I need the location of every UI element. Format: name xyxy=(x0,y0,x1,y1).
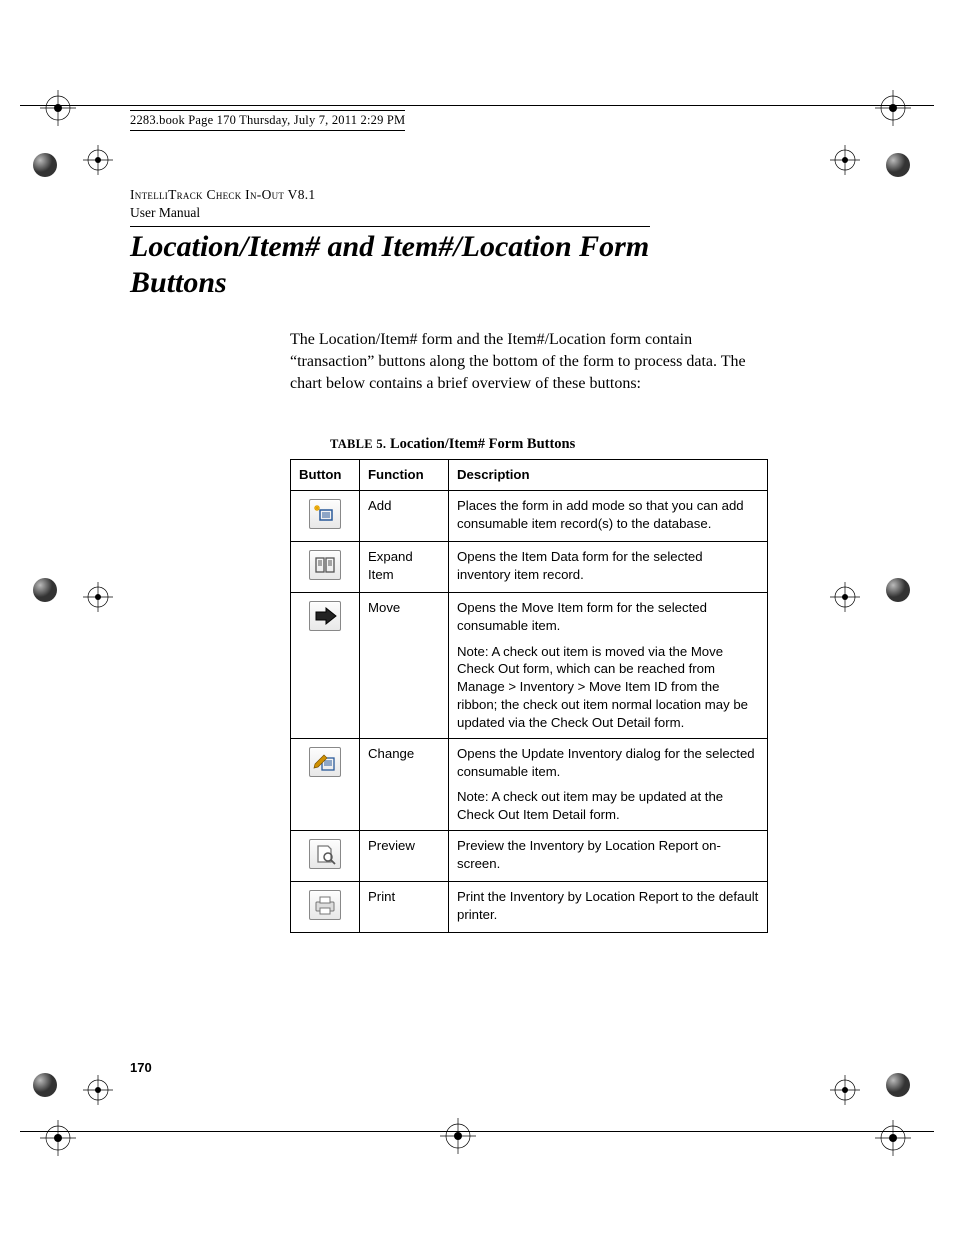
function-cell: Preview xyxy=(360,830,449,881)
page-number: 170 xyxy=(130,1060,152,1075)
description-cell: Opens the Update Inventory dialog for th… xyxy=(449,738,768,830)
registration-mark xyxy=(83,145,113,175)
description-cell: Opens the Move Item form for the selecte… xyxy=(449,593,768,739)
change-icon xyxy=(309,747,341,777)
registration-sphere xyxy=(30,1070,60,1100)
table-row: PrintPrint the Inventory by Location Rep… xyxy=(291,881,768,932)
manual-header: IntelliTrack Check In-Out V8.1 User Manu… xyxy=(130,186,770,222)
section-title: Location/Item# and Item#/Location Form B… xyxy=(130,229,650,301)
add-icon xyxy=(309,499,341,529)
intro-paragraph: The Location/Item# form and the Item#/Lo… xyxy=(290,329,765,394)
form-buttons-table: Button Function Description AddPlaces th… xyxy=(290,459,768,933)
page-content: 2283.book Page 170 Thursday, July 7, 201… xyxy=(130,110,770,933)
registration-mark xyxy=(440,1118,476,1154)
description-text: Opens the Update Inventory dialog for th… xyxy=(457,745,759,781)
description-cell: Print the Inventory by Location Report t… xyxy=(449,881,768,932)
registration-mark xyxy=(40,90,76,126)
registration-sphere xyxy=(883,575,913,605)
description-text: Opens the Move Item form for the selecte… xyxy=(457,599,759,635)
title-rule xyxy=(130,226,650,227)
description-text: Preview the Inventory by Location Report… xyxy=(457,837,759,873)
crop-line-top xyxy=(20,105,934,106)
description-text: Note: A check out item is moved via the … xyxy=(457,643,759,732)
print-icon xyxy=(309,890,341,920)
description-cell: Opens the Item Data form for the selecte… xyxy=(449,542,768,593)
col-description: Description xyxy=(449,460,768,491)
product-name: IntelliTrack Check In-Out V8.1 xyxy=(130,186,770,204)
doc-type: User Manual xyxy=(130,204,770,222)
preview-icon xyxy=(309,839,341,869)
registration-mark xyxy=(875,90,911,126)
function-cell: Change xyxy=(360,738,449,830)
button-cell xyxy=(291,491,360,542)
description-cell: Places the form in add mode so that you … xyxy=(449,491,768,542)
table-caption-title: Location/Item# Form Buttons xyxy=(386,436,575,452)
table-caption-label: TABLE 5. xyxy=(330,437,386,451)
table-row: MoveOpens the Move Item form for the sel… xyxy=(291,593,768,739)
crop-line-bottom xyxy=(20,1131,934,1132)
function-cell: Expand Item xyxy=(360,542,449,593)
book-header: 2283.book Page 170 Thursday, July 7, 201… xyxy=(130,110,405,131)
registration-mark xyxy=(830,145,860,175)
registration-sphere xyxy=(30,150,60,180)
col-button: Button xyxy=(291,460,360,491)
registration-mark xyxy=(83,582,113,612)
button-cell xyxy=(291,738,360,830)
description-text: Print the Inventory by Location Report t… xyxy=(457,888,759,924)
table-header-row: Button Function Description xyxy=(291,460,768,491)
table-row: ChangeOpens the Update Inventory dialog … xyxy=(291,738,768,830)
table-row: PreviewPreview the Inventory by Location… xyxy=(291,830,768,881)
table-row: Expand ItemOpens the Item Data form for … xyxy=(291,542,768,593)
registration-mark xyxy=(40,1120,76,1156)
table-caption: TABLE 5. Location/Item# Form Buttons xyxy=(330,436,770,453)
registration-mark xyxy=(830,582,860,612)
registration-sphere xyxy=(883,1070,913,1100)
function-cell: Add xyxy=(360,491,449,542)
button-cell xyxy=(291,542,360,593)
expand-item-icon xyxy=(309,550,341,580)
registration-mark xyxy=(875,1120,911,1156)
registration-sphere xyxy=(883,150,913,180)
button-cell xyxy=(291,881,360,932)
description-text: Places the form in add mode so that you … xyxy=(457,497,759,533)
description-text: Note: A check out item may be updated at… xyxy=(457,788,759,824)
registration-mark xyxy=(83,1075,113,1105)
function-cell: Move xyxy=(360,593,449,739)
registration-sphere xyxy=(30,575,60,605)
move-icon xyxy=(309,601,341,631)
table-row: AddPlaces the form in add mode so that y… xyxy=(291,491,768,542)
function-cell: Print xyxy=(360,881,449,932)
col-function: Function xyxy=(360,460,449,491)
button-cell xyxy=(291,830,360,881)
description-text: Opens the Item Data form for the selecte… xyxy=(457,548,759,584)
button-cell xyxy=(291,593,360,739)
registration-mark xyxy=(830,1075,860,1105)
description-cell: Preview the Inventory by Location Report… xyxy=(449,830,768,881)
